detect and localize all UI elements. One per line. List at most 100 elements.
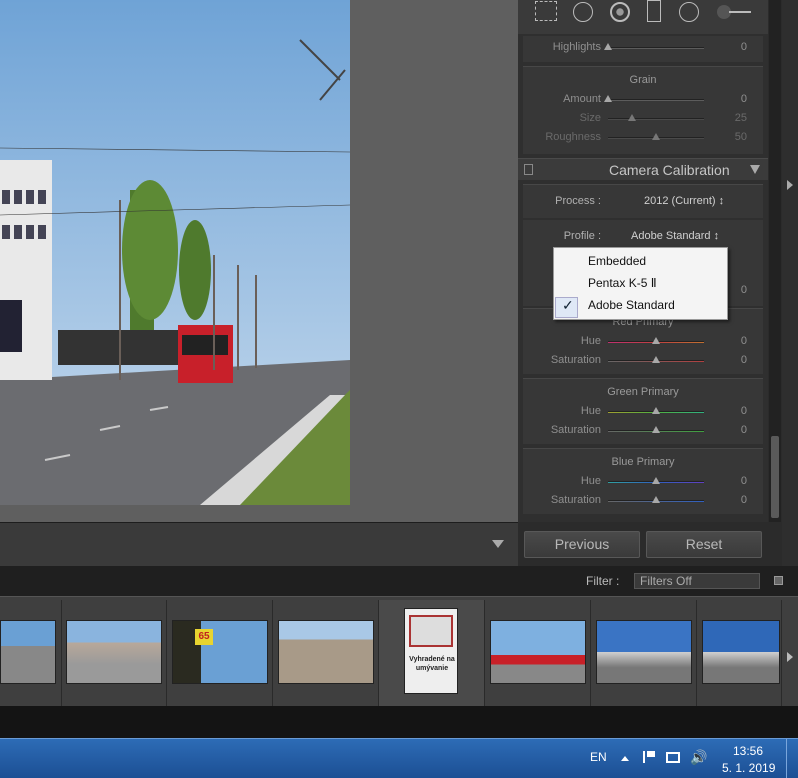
blue-saturation-label: Saturation [550, 494, 601, 506]
panel-scrollbar-thumb[interactable] [771, 436, 779, 518]
red-hue-slider[interactable] [608, 337, 704, 344]
film-cell-4[interactable] [273, 600, 379, 706]
checkmark-icon: ✓ [562, 297, 574, 313]
expand-right-icon[interactable] [787, 180, 793, 190]
blue-hue-value: 0 [740, 475, 747, 487]
process-row: Process : 2012 (Current) ↕ [523, 184, 763, 218]
tool-strip [518, 0, 768, 34]
film-cell-8[interactable] [697, 600, 782, 706]
panel-scrollbar[interactable] [769, 0, 781, 522]
graduated-filter-icon[interactable] [647, 0, 661, 22]
show-desktop-button[interactable] [786, 739, 798, 778]
grain-amount-slider[interactable] [604, 95, 704, 102]
menu-item-pentax-k5[interactable]: Pentax K-5 Ⅱ [588, 276, 657, 290]
show-hidden-icons-icon[interactable] [621, 756, 629, 761]
green-primary-title: Green Primary [607, 386, 679, 398]
blue-primary-section: Blue Primary Hue 0 Saturation 0 [523, 448, 763, 514]
network-icon[interactable] [666, 752, 680, 763]
green-primary-section: Green Primary Hue 0 Saturation 0 [523, 378, 763, 444]
highlights-value: 0 [740, 41, 747, 53]
film-cell-7[interactable] [591, 600, 697, 706]
filmstrip-scroll-right-icon[interactable] [787, 652, 793, 662]
profile-select[interactable]: Adobe Standard ↕ [631, 230, 719, 242]
thumbnail-1[interactable] [0, 620, 56, 684]
grain-size-value: 25 [734, 112, 747, 124]
film-cell-6[interactable] [485, 600, 591, 706]
language-indicator[interactable]: EN [590, 750, 607, 764]
thumbnail-5[interactable]: Vyhradené na umývanie [404, 608, 458, 694]
grain-roughness-label: Roughness [545, 131, 601, 143]
reset-button[interactable]: Reset [646, 531, 762, 558]
film-cell-1[interactable] [0, 600, 62, 706]
film-cell-3[interactable]: 65 [167, 600, 273, 706]
profile-label: Profile : [563, 230, 601, 242]
red-saturation-label: Saturation [550, 354, 601, 366]
panel-switch-icon[interactable] [524, 164, 533, 175]
red-saturation-value: 0 [740, 354, 747, 366]
windows-taskbar: EN 🔊 13:56 5. 1. 2019 [0, 738, 798, 778]
blue-saturation-slider[interactable] [608, 496, 704, 503]
filter-lock-icon[interactable] [774, 576, 783, 585]
blue-hue-label: Hue [580, 475, 601, 487]
grain-size-label: Size [579, 112, 601, 124]
right-edge-strip [782, 0, 798, 566]
camera-calibration-header[interactable]: Camera Calibration [518, 158, 768, 180]
blue-primary-title: Blue Primary [611, 456, 675, 468]
shadows-section: Highlights 0 [523, 36, 763, 62]
clock-time[interactable]: 13:56 [733, 744, 763, 758]
blue-saturation-value: 0 [740, 494, 747, 506]
menu-item-embedded[interactable]: Embedded [588, 254, 646, 268]
thumbnail-2[interactable] [66, 620, 162, 684]
camera-calibration-title: Camera Calibration [609, 162, 730, 178]
adjustment-brush-icon[interactable] [717, 3, 753, 21]
grain-size-slider[interactable] [608, 114, 704, 121]
radial-filter-icon[interactable] [679, 2, 699, 22]
thumbnail-7[interactable] [596, 620, 692, 684]
filmstrip-filter-bar: Filter : Filters Off [0, 566, 798, 596]
red-hue-value: 0 [740, 335, 747, 347]
red-saturation-slider[interactable] [608, 356, 704, 363]
collapse-triangle-icon[interactable] [750, 165, 760, 174]
green-saturation-value: 0 [740, 424, 747, 436]
thumbnail-5-text: Vyhradené na umývanie [409, 656, 455, 672]
green-saturation-label: Saturation [550, 424, 601, 436]
main-photo [0, 0, 350, 505]
clock-date[interactable]: 5. 1. 2019 [722, 761, 775, 775]
thumbnail-3[interactable]: 65 [172, 620, 268, 684]
thumbnail-8[interactable] [702, 620, 780, 684]
grain-amount-value: 0 [740, 93, 747, 105]
highlights-slider[interactable] [604, 43, 704, 50]
grain-roughness-value: 50 [734, 131, 747, 143]
thumbnail-3-sign: 65 [195, 629, 213, 645]
previous-button[interactable]: Previous [524, 531, 640, 558]
action-center-flag-icon[interactable] [643, 751, 655, 763]
filter-label: Filter : [586, 574, 620, 588]
red-eye-icon[interactable] [610, 2, 630, 22]
grain-section: Grain Amount 0 Size 25 Roughness 50 [523, 66, 763, 154]
film-cell-2[interactable] [62, 600, 167, 706]
thumbnail-4[interactable] [278, 620, 374, 684]
green-hue-label: Hue [580, 405, 601, 417]
blue-hue-slider[interactable] [608, 477, 704, 484]
crop-icon[interactable] [535, 1, 557, 21]
process-label: Process : [555, 195, 601, 207]
image-toolbar [0, 522, 518, 566]
profile-dropdown-menu: Embedded Pentax K-5 Ⅱ ✓ Adobe Standard [553, 247, 728, 320]
process-select[interactable]: 2012 (Current) ↕ [644, 195, 724, 207]
film-cell-5[interactable]: Vyhradené na umývanie [379, 600, 485, 706]
volume-icon[interactable]: 🔊 [690, 749, 707, 766]
filter-select[interactable]: Filters Off [634, 573, 760, 589]
menu-item-adobe-standard[interactable]: Adobe Standard [588, 298, 675, 312]
grain-title: Grain [629, 74, 657, 86]
red-hue-label: Hue [580, 335, 601, 347]
grain-roughness-slider[interactable] [608, 133, 704, 140]
thumbnail-6[interactable] [490, 620, 586, 684]
green-hue-slider[interactable] [608, 407, 704, 414]
green-hue-value: 0 [740, 405, 747, 417]
filmstrip-bottom [0, 706, 798, 738]
highlights-label: Highlights [552, 41, 601, 53]
toolbar-options-icon[interactable] [492, 540, 504, 548]
green-saturation-slider[interactable] [608, 426, 704, 433]
spot-removal-icon[interactable] [573, 2, 593, 22]
grain-amount-label: Amount [563, 93, 601, 105]
